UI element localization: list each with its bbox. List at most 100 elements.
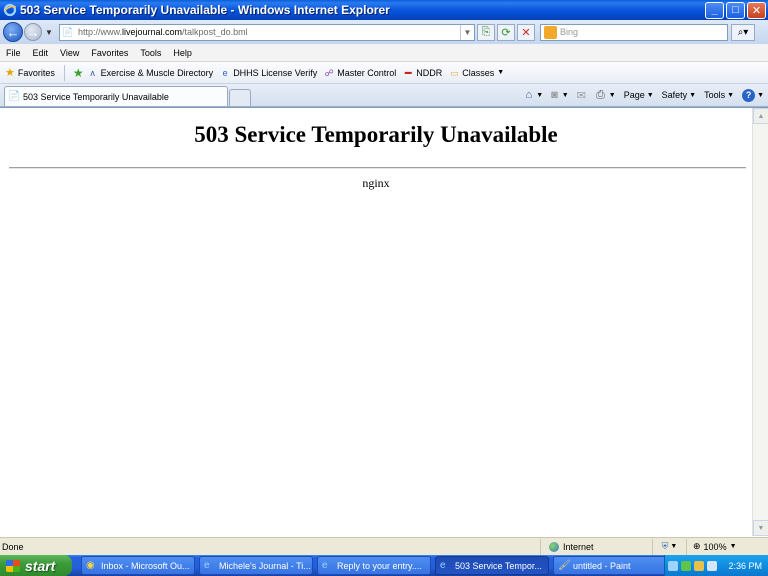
windows-logo-icon — [6, 559, 20, 572]
taskbar-item-outlook[interactable]: ◉ Inbox - Microsoft Ou... — [81, 556, 195, 575]
back-arrow-icon: ← — [6, 24, 20, 40]
help-icon: ? — [742, 88, 756, 102]
compatibility-icon: ⎘ — [481, 25, 491, 38]
runner-icon: ᴧ — [90, 67, 95, 78]
star-icon: ★ — [5, 67, 15, 79]
menu-file[interactable]: File — [0, 48, 27, 58]
security-zone[interactable]: Internet — [540, 538, 652, 555]
back-button[interactable]: ← — [3, 22, 23, 42]
favorite-item-dhhs[interactable]: e DHHS License Verify — [220, 68, 318, 78]
favorite-item-exercise[interactable]: ᴧ Exercise & Muscle Directory — [88, 67, 214, 78]
ie-logo-icon — [3, 3, 17, 17]
tools-menu-label: Tools — [704, 90, 726, 100]
minimize-icon: _ — [711, 4, 718, 16]
close-icon: ✕ — [751, 4, 762, 17]
minimize-button[interactable]: _ — [705, 1, 724, 19]
home-button[interactable]: ⌂ ▼ — [526, 89, 544, 101]
help-menu-button[interactable]: ? ▼ — [742, 88, 764, 102]
zoom-level: 100% — [703, 541, 727, 552]
clock[interactable]: 2:36 PM — [728, 561, 762, 571]
refresh-icon: ⟳ — [501, 26, 511, 39]
maximize-icon: □ — [732, 4, 739, 16]
task-label: Inbox - Microsoft Ou... — [101, 560, 190, 571]
favorites-button[interactable]: ★ Favorites — [0, 66, 60, 79]
scroll-down-button[interactable]: ▼ — [753, 520, 768, 536]
tab-row: 📄 503 Service Temporarily Unavailable ⌂ ▼… — [0, 84, 768, 107]
tray-messenger-icon[interactable] — [681, 560, 692, 571]
task-label: Reply to your entry.... — [337, 560, 422, 571]
address-input[interactable]: 📄 http://www.livejournal.com/talkpost_do… — [59, 23, 475, 41]
print-button[interactable]: ⎙ ▼ — [596, 89, 616, 102]
favorites-label: Favorites — [17, 67, 55, 78]
master-control-icon: ☍ — [324, 67, 334, 78]
chevron-down-icon: ▼ — [727, 91, 735, 99]
page-menu-button[interactable]: Page ▼ — [624, 90, 654, 100]
stop-button[interactable]: ✕ — [517, 23, 535, 41]
maximize-button[interactable]: □ — [726, 1, 745, 19]
search-input[interactable]: Bing — [540, 23, 728, 41]
start-label: start — [25, 557, 56, 574]
menu-view[interactable]: View — [54, 48, 85, 58]
close-button[interactable]: ✕ — [747, 1, 766, 19]
menu-tools[interactable]: Tools — [134, 48, 167, 58]
menu-bar: File Edit View Favorites Tools Help — [0, 44, 768, 62]
zone-label: Internet — [563, 541, 594, 552]
tab-active[interactable]: 📄 503 Service Temporarily Unavailable — [4, 86, 228, 106]
chevron-down-icon: ▼ — [729, 543, 737, 550]
refresh-button[interactable]: ⟳ — [497, 23, 515, 41]
tools-menu-button[interactable]: Tools ▼ — [704, 90, 734, 100]
recent-pages-dropdown[interactable]: ▼ — [45, 28, 55, 37]
paint-icon: 🖌 — [558, 560, 571, 571]
menu-edit[interactable]: Edit — [27, 48, 55, 58]
search-button[interactable]: ⌕▾ — [731, 23, 755, 41]
favorite-item-nddr[interactable]: ▬ NDDR — [403, 68, 443, 78]
favorite-label: Classes — [462, 67, 495, 78]
tray-network-icon[interactable] — [694, 560, 705, 571]
title-bar[interactable]: 503 Service Temporarily Unavailable - Wi… — [0, 0, 768, 20]
globe-icon — [549, 541, 559, 552]
page-viewport[interactable]: 503 Service Temporarily Unavailable ngin… — [0, 107, 768, 537]
zoom-icon: ⊕ — [693, 541, 701, 551]
favorite-folder-classes[interactable]: ▭ Classes ▼ — [449, 68, 504, 78]
taskbar-item-reply[interactable]: e Reply to your entry.... — [317, 556, 431, 575]
url-path: /talkpost_do.bml — [182, 27, 248, 37]
zoom-button[interactable]: ⊕ 100% ▼ — [686, 538, 768, 555]
task-label: 503 Service Tempor... — [455, 560, 542, 571]
tab-title: 503 Service Temporarily Unavailable — [23, 91, 169, 102]
protected-mode-button[interactable]: ⛨ ▼ — [652, 538, 686, 555]
address-url: http://www.livejournal.com/talkpost_do.b… — [78, 27, 460, 37]
feeds-button[interactable]: ◙ ▼ — [551, 89, 569, 101]
ie-icon: e — [204, 560, 210, 571]
read-mail-button[interactable]: ✉ — [577, 89, 588, 102]
printer-icon: ⎙ — [595, 88, 605, 101]
windows-taskbar: start ◉ Inbox - Microsoft Ou... e Michel… — [0, 555, 768, 576]
status-text: Done — [2, 541, 24, 552]
tray-ie-icon[interactable] — [668, 560, 679, 571]
url-prefix: http://www. — [78, 27, 123, 37]
address-dropdown-button[interactable]: ▼ — [460, 24, 474, 40]
forward-button[interactable]: → — [24, 23, 42, 41]
tray-volume-icon[interactable] — [707, 560, 718, 571]
taskbar-item-503[interactable]: e 503 Service Tempor... — [435, 556, 549, 575]
scroll-up-icon: ▲ — [757, 112, 765, 120]
system-tray: 2:36 PM — [664, 555, 768, 576]
stop-icon: ✕ — [521, 26, 531, 39]
scroll-up-button[interactable]: ▲ — [753, 108, 768, 124]
taskbar-item-journal[interactable]: e Michele's Journal - Ti... — [199, 556, 313, 575]
mail-icon: ✉ — [576, 89, 586, 102]
favorite-item-master-control[interactable]: ☍ Master Control — [324, 67, 397, 78]
menu-favorites[interactable]: Favorites — [85, 48, 134, 58]
chevron-down-icon: ▼ — [608, 91, 616, 99]
outlook-icon: ◉ — [86, 560, 95, 571]
add-to-favorites-bar-icon[interactable]: ★ — [73, 66, 84, 80]
compatibility-view-button[interactable]: ⎘ — [477, 23, 495, 41]
chevron-down-icon: ▼ — [463, 27, 472, 37]
menu-help[interactable]: Help — [167, 48, 198, 58]
new-tab-button[interactable] — [229, 89, 251, 106]
favorite-label: Exercise & Muscle Directory — [100, 67, 214, 78]
safety-menu-button[interactable]: Safety ▼ — [662, 90, 696, 100]
start-button[interactable]: start — [0, 555, 72, 576]
vertical-scrollbar[interactable]: ▲ ▼ — [752, 108, 768, 536]
taskbar-item-paint[interactable]: 🖌 untitled - Paint — [553, 556, 667, 575]
favorites-divider — [63, 64, 65, 81]
